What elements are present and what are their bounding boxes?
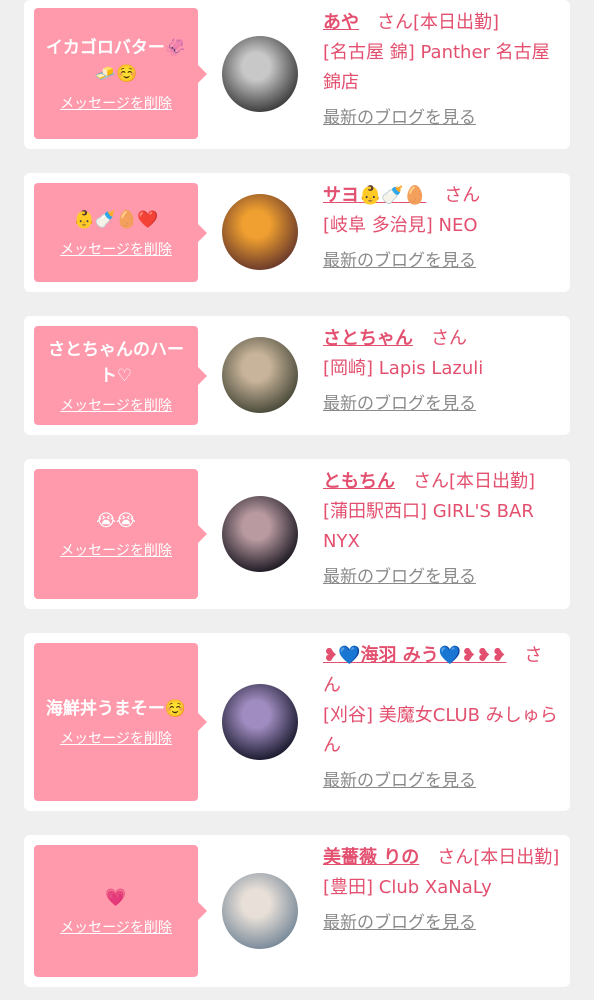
avatar[interactable] — [222, 337, 298, 413]
message-bubble: 😭😭 メッセージを削除 — [34, 469, 207, 599]
avatar[interactable] — [222, 36, 298, 112]
status-badge: [本日出勤] — [473, 847, 560, 868]
avatar[interactable] — [222, 496, 298, 572]
delete-message-link[interactable]: メッセージを削除 — [60, 540, 172, 560]
delete-message-link[interactable]: メッセージを削除 — [60, 93, 172, 113]
message-list: イカゴロバター🦑🧈☺️ メッセージを削除 あや さん[本日出勤] [名古屋 錦] … — [0, 0, 594, 1000]
blog-link[interactable]: 最新のブログを見る — [323, 392, 476, 416]
message-text: 💗 — [105, 888, 127, 908]
delete-message-link[interactable]: メッセージを削除 — [60, 917, 172, 937]
message-text: 海鮮丼うまそー☺️ — [45, 699, 187, 719]
cast-info: サヨ👶🍼🥚 さん [岐阜 多治見] NEO 最新のブログを見る — [323, 181, 560, 273]
cast-name-link[interactable]: さとちゃん — [323, 328, 413, 349]
cast-name-link[interactable]: 美薔薇 りの — [323, 847, 419, 868]
message-card: 海鮮丼うまそー☺️ メッセージを削除 ❥💙海羽 みう💙❥❥❥ さん [刈谷] 美魔… — [24, 633, 570, 811]
honorific: さん — [377, 12, 413, 33]
message-card: 👶🍼🥚❤️ メッセージを削除 サヨ👶🍼🥚 さん [岐阜 多治見] NEO 最新のブ… — [24, 173, 570, 292]
cast-info: あや さん[本日出勤] [名古屋 錦] Panther 名古屋錦店 最新のブログを… — [323, 8, 560, 130]
message-card: 😭😭 メッセージを削除 ともちん さん[本日出勤] [蒲田駅西口] GIRL'S … — [24, 459, 570, 609]
name-line: ❥💙海羽 みう💙❥❥❥ さん — [323, 641, 560, 701]
message-bubble: イカゴロバター🦑🧈☺️ メッセージを削除 — [34, 8, 207, 139]
message-bubble: さとちゃんのハート♡ メッセージを削除 — [34, 326, 207, 425]
avatar[interactable] — [222, 684, 298, 760]
blog-link[interactable]: 最新のブログを見る — [323, 249, 476, 273]
cast-name-link[interactable]: ❥💙海羽 みう💙❥❥❥ — [323, 645, 506, 666]
blog-link[interactable]: 最新のブログを見る — [323, 769, 476, 793]
message-text: 😭😭 — [96, 511, 136, 531]
shop-name: [岐阜 多治見] NEO — [323, 215, 478, 236]
delete-message-link[interactable]: メッセージを削除 — [60, 728, 172, 748]
cast-info: ともちん さん[本日出勤] [蒲田駅西口] GIRL'S BAR NYX 最新のブ… — [323, 467, 560, 589]
name-line: 美薔薇 りの さん[本日出勤] — [323, 843, 560, 873]
delete-message-link[interactable]: メッセージを削除 — [60, 239, 172, 259]
cast-info: 美薔薇 りの さん[本日出勤] [豊田] Club XaNaLy 最新のブログを見… — [323, 843, 560, 935]
blog-link[interactable]: 最新のブログを見る — [323, 911, 476, 935]
cast-name-link[interactable]: あや — [323, 12, 359, 33]
message-card: イカゴロバター🦑🧈☺️ メッセージを削除 あや さん[本日出勤] [名古屋 錦] … — [24, 0, 570, 149]
honorific: さん — [431, 328, 467, 349]
message-text: イカゴロバター🦑🧈☺️ — [45, 37, 187, 84]
shop-name: [岡崎] Lapis Lazuli — [323, 358, 484, 379]
message-card: 💗 メッセージを削除 美薔薇 りの さん[本日出勤] [豊田] Club XaNa… — [24, 835, 570, 987]
avatar[interactable] — [222, 873, 298, 949]
avatar[interactable] — [222, 194, 298, 270]
shop-name: [刈谷] 美魔女CLUB みしゅらん — [323, 705, 558, 756]
cast-info: さとちゃん さん [岡崎] Lapis Lazuli 最新のブログを見る — [323, 324, 560, 416]
honorific: さん — [413, 471, 449, 492]
cast-name-link[interactable]: ともちん — [323, 471, 395, 492]
name-line: あや さん[本日出勤] — [323, 8, 560, 38]
cast-name-link[interactable]: サヨ👶🍼🥚 — [323, 185, 426, 206]
message-card: さとちゃんのハート♡ メッセージを削除 さとちゃん さん [岡崎] Lapis L… — [24, 316, 570, 435]
shop-name: [豊田] Club XaNaLy — [323, 877, 492, 898]
name-line: ともちん さん[本日出勤] — [323, 467, 560, 497]
name-line: さとちゃん さん — [323, 324, 560, 354]
message-bubble: 💗 メッセージを削除 — [34, 845, 207, 977]
message-bubble: 海鮮丼うまそー☺️ メッセージを削除 — [34, 643, 207, 801]
cast-info: ❥💙海羽 みう💙❥❥❥ さん [刈谷] 美魔女CLUB みしゅらん 最新のブログを… — [323, 641, 560, 793]
status-badge: [本日出勤] — [413, 12, 500, 33]
shop-name: [蒲田駅西口] GIRL'S BAR NYX — [323, 501, 534, 552]
message-bubble: 👶🍼🥚❤️ メッセージを削除 — [34, 183, 207, 282]
name-line: サヨ👶🍼🥚 さん — [323, 181, 560, 211]
message-text: さとちゃんのハート♡ — [48, 339, 184, 386]
delete-message-link[interactable]: メッセージを削除 — [60, 395, 172, 415]
shop-name: [名古屋 錦] Panther 名古屋錦店 — [323, 42, 550, 93]
blog-link[interactable]: 最新のブログを見る — [323, 565, 476, 589]
honorific: さん — [444, 185, 481, 206]
message-text: 👶🍼🥚❤️ — [73, 209, 159, 230]
honorific: さん — [437, 847, 474, 868]
status-badge: [本日出勤] — [449, 471, 536, 492]
blog-link[interactable]: 最新のブログを見る — [323, 106, 476, 130]
